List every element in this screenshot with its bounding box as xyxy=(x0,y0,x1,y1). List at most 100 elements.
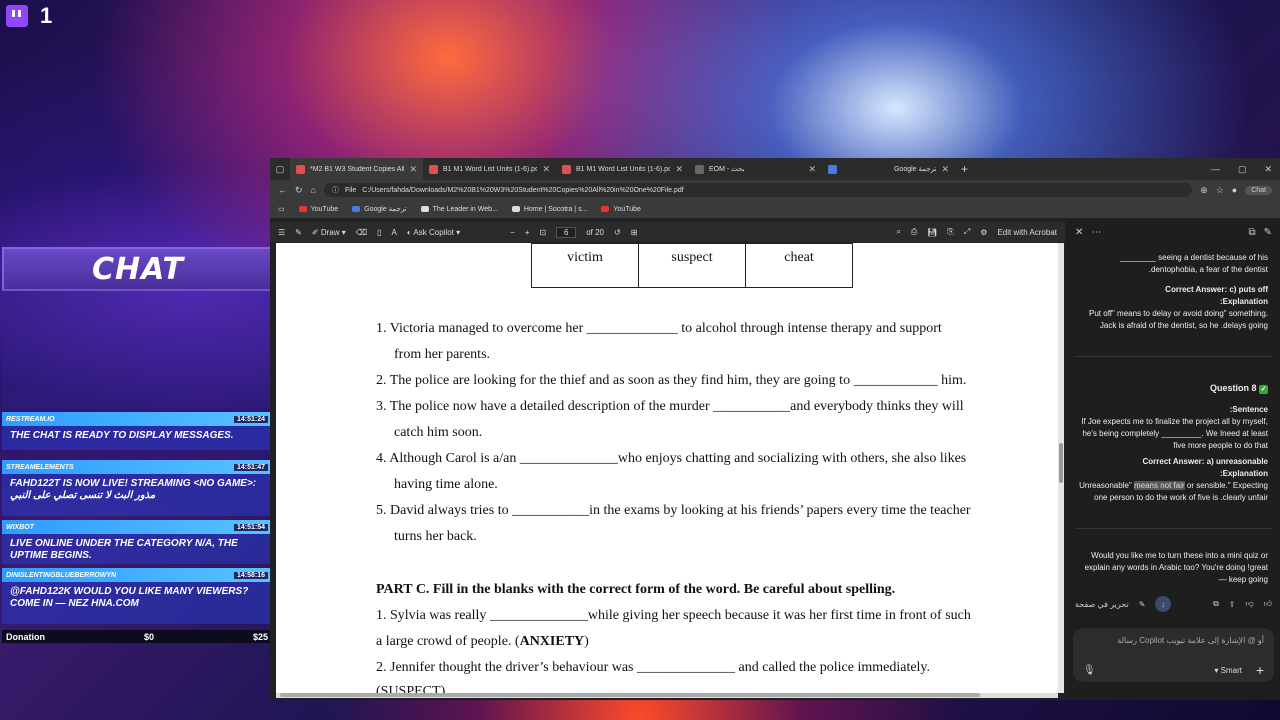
window-menu-icon[interactable]: ▢ xyxy=(270,164,290,175)
close-window-icon[interactable]: ✕ xyxy=(1264,164,1272,175)
settings-icon[interactable]: ⚙ xyxy=(980,228,987,237)
address-prefix: File xyxy=(344,186,357,194)
scroll-thumb[interactable] xyxy=(280,693,980,697)
new-chat-icon[interactable]: ✎ xyxy=(1264,227,1272,238)
bookmarks-bar: ▭ YouTube Google ترجمة The Leader in Web… xyxy=(270,200,1280,219)
address-bar[interactable]: ⓘ File C:/Users/fahda/Downloads/M2%20B1%… xyxy=(323,183,1193,197)
chat-username: WIXBOT xyxy=(6,523,34,531)
page-count: of 20 xyxy=(586,227,604,237)
fit-page-icon[interactable]: ⊡ xyxy=(539,228,546,237)
fullscreen-icon[interactable]: ⤢ xyxy=(964,227,970,237)
google-icon xyxy=(352,206,361,212)
copilot-label: :Explanation xyxy=(1219,469,1268,478)
tab-wordlist-2[interactable]: B1 M1 Word List Units (1-6).pdf ✕ xyxy=(556,158,689,180)
save-icon[interactable]: 💾︎ xyxy=(927,228,937,237)
address-bar-row: ← ↻ ⌂ ⓘ File C:/Users/fahda/Downloads/M2… xyxy=(270,180,1280,200)
more-icon[interactable]: ⋯ xyxy=(1091,227,1101,238)
open-new-icon[interactable]: ⧉ xyxy=(1248,227,1255,238)
search-icon[interactable]: ⌕ xyxy=(896,227,900,237)
divider xyxy=(1075,356,1272,357)
exercise-line: (SUSPECT) xyxy=(376,684,446,693)
copilot-input[interactable]: رسالة Copilot أو @ الإشارة إلى علامة تبو… xyxy=(1073,628,1274,682)
edit-on-page-button[interactable]: تحرير في صفحة xyxy=(1075,600,1129,609)
favorite-icon[interactable]: ☆ xyxy=(1216,185,1224,196)
text-part: Unreasonable" xyxy=(1079,481,1134,490)
smart-mode-button[interactable]: ▾ Smart xyxy=(1214,666,1242,675)
exercise-line: 1. Victoria managed to overcome her ____… xyxy=(376,321,942,336)
pdf-icon xyxy=(429,164,438,174)
scroll-thumb[interactable] xyxy=(1059,443,1063,483)
part-c-heading: PART C. Fill in the blanks with the corr… xyxy=(376,582,896,597)
refresh-icon[interactable]: ↻ xyxy=(295,185,303,196)
exercise-line: 2. The police are looking for the thief … xyxy=(376,373,967,388)
word-cell: cheat xyxy=(745,243,853,288)
microphone-icon[interactable]: 🎙︎ xyxy=(1083,665,1096,676)
copilot-answer: Correct Answer: a) unreasonable xyxy=(1142,457,1268,466)
bookmark-youtube[interactable]: YouTube xyxy=(298,206,338,213)
view-icon[interactable]: ▯ xyxy=(377,228,381,237)
zoom-out-icon[interactable]: − xyxy=(510,228,515,237)
close-tab-icon[interactable]: ✕ xyxy=(808,164,816,175)
close-icon[interactable]: ✕ xyxy=(1075,227,1083,238)
draw-button[interactable]: ✐ Draw ▾ xyxy=(312,228,346,237)
close-tab-icon[interactable]: ✕ xyxy=(675,164,683,175)
copy-icon[interactable]: ⧉ xyxy=(1213,599,1219,609)
back-icon[interactable]: ← xyxy=(278,185,287,195)
chat-time: 14:51:54 xyxy=(233,523,268,531)
tab-translate[interactable]: Google ترجمة ✕ xyxy=(822,158,955,180)
tab-search[interactable]: EOM - بحث ✕ xyxy=(689,158,822,180)
new-tab-button[interactable]: + xyxy=(955,162,974,176)
maximize-icon[interactable]: ▢ xyxy=(1238,164,1247,175)
text-part: ) xyxy=(584,634,589,649)
edit-with-acrobat-button[interactable]: Edit with Acrobat xyxy=(997,228,1057,237)
contents-icon[interactable]: ☰ xyxy=(278,228,285,237)
zoom-in-icon[interactable]: + xyxy=(525,228,530,237)
ask-copilot-button[interactable]: ◐ Ask Copilot ▾ xyxy=(407,228,460,237)
tab-pdf-active[interactable]: *M2 B1 W3 Student Copies All in ✕ xyxy=(290,158,423,180)
save-as-icon[interactable]: ⎘ xyxy=(947,227,953,237)
close-tab-icon[interactable]: ✕ xyxy=(941,164,949,175)
pdf-page: victim suspect cheat 1. Victoria managed… xyxy=(276,243,1058,693)
edit-icon[interactable]: ✎ xyxy=(1139,600,1146,609)
bookmark-leader[interactable]: The Leader in Web... xyxy=(420,206,498,213)
thumbs-down-icon[interactable]: 👎︎ xyxy=(1246,599,1254,609)
page-number-input[interactable]: 6 xyxy=(556,226,577,238)
chat-area xyxy=(2,289,272,409)
print-icon[interactable]: ⎙ xyxy=(911,227,917,237)
exercise-line: 4. Although Carol is a/an ______________… xyxy=(376,451,967,466)
copilot-text: Put off" means to delay or avoid doing" … xyxy=(1089,309,1268,330)
page-view-icon[interactable]: ⊞ xyxy=(631,228,638,237)
browser-window: ▢ *M2 B1 W3 Student Copies All in ✕ B1 M1… xyxy=(270,158,1280,700)
bookmark-socotra[interactable]: Home | Socotra | s... xyxy=(511,206,587,213)
bookmark-youtube-2[interactable]: YouTube xyxy=(601,206,641,213)
bookmarks-icon[interactable]: ▭ xyxy=(278,205,285,213)
vertical-scrollbar[interactable] xyxy=(1058,243,1064,693)
profile-icon[interactable]: ● xyxy=(1232,185,1237,195)
rotate-icon[interactable]: ↺ xyxy=(614,228,621,237)
copilot-label: :Explanation xyxy=(1219,297,1268,306)
thumbs-up-icon[interactable]: 👍︎ xyxy=(1264,599,1272,609)
add-icon[interactable]: + xyxy=(1256,662,1264,678)
home-icon[interactable]: ⌂ xyxy=(311,185,316,195)
read-aloud-icon[interactable]: A xyxy=(391,228,396,237)
tab-title: EOM - بحث xyxy=(709,166,745,173)
highlight-icon[interactable]: ✎ xyxy=(295,228,302,237)
chat-time: 14:58:16 xyxy=(233,571,268,579)
chat-message: DINISLENTINGBLUEBERROWYN 14:58:16 @FAHD12… xyxy=(2,568,272,624)
copilot-answer: Correct Answer: c) puts off xyxy=(1165,285,1268,294)
tab-wordlist-1[interactable]: B1 M1 Word List Units (1-6).pdf ✕ xyxy=(423,158,556,180)
minimize-icon[interactable]: — xyxy=(1211,164,1220,175)
horizontal-scrollbar[interactable] xyxy=(276,693,1058,698)
copilot-text: ________ seeing a dentist because of his… xyxy=(1120,253,1268,274)
chat-time: 14:51:47 xyxy=(233,463,268,471)
copilot-chat-button[interactable]: Chat xyxy=(1245,185,1272,195)
bookmark-google-translate[interactable]: Google ترجمة xyxy=(352,205,407,213)
close-tab-icon[interactable]: ✕ xyxy=(409,164,417,175)
zoom-icon[interactable]: ⊕ xyxy=(1200,185,1208,196)
address-url: C:/Users/fahda/Downloads/M2%20B1%20W3%20… xyxy=(362,186,684,194)
chat-text: FAHD122T IS NOW LIVE! STREAMING <NO GAME… xyxy=(2,474,272,516)
share-icon[interactable]: ⇪ xyxy=(1229,600,1236,609)
close-tab-icon[interactable]: ✕ xyxy=(542,164,550,175)
eraser-icon[interactable]: ⌫ xyxy=(356,228,367,237)
scroll-down-icon[interactable]: ↓ xyxy=(1155,596,1172,612)
